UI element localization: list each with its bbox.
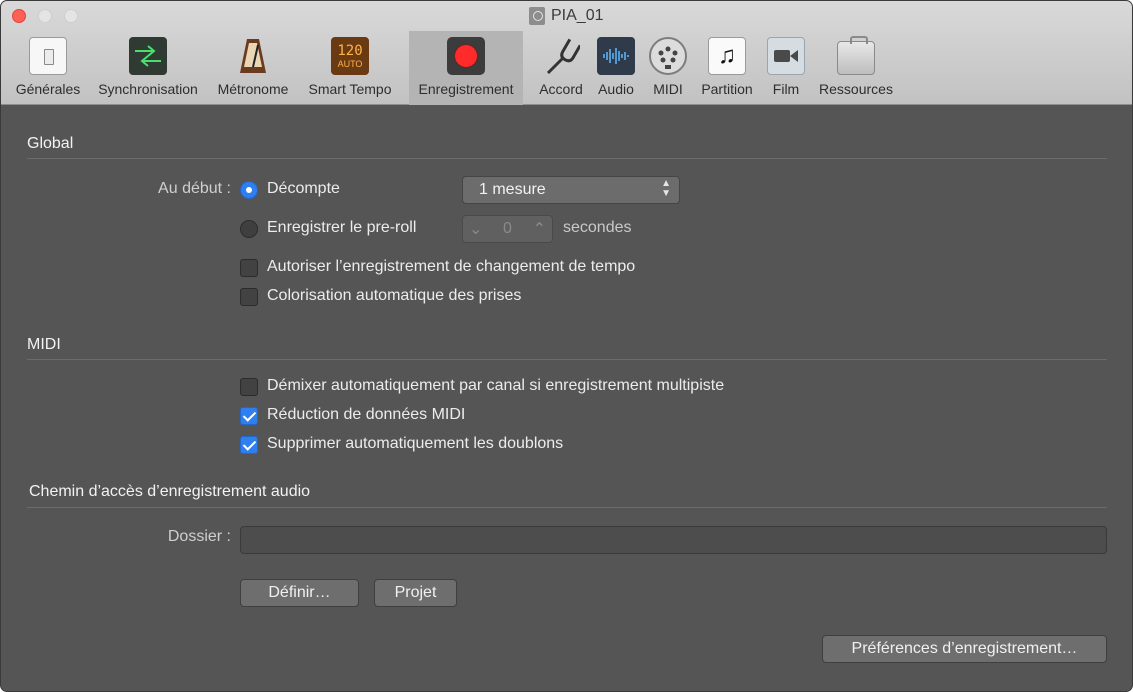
count-in-radio[interactable] <box>240 181 258 199</box>
tab-label: Audio <box>598 81 634 97</box>
tab-ressources[interactable]: Ressources <box>813 31 899 105</box>
recording-preferences-button[interactable]: Préférences d’enregistrement… <box>822 635 1107 663</box>
tab-metronome[interactable]: Métronome <box>211 31 295 105</box>
remove-duplicates-checkbox[interactable] <box>240 436 258 454</box>
chevron-up-icon[interactable]: ⌃ <box>533 219 546 239</box>
tab-label: Synchronisation <box>98 81 198 97</box>
section-title-global: Global <box>27 135 74 152</box>
demix-label: Démixer automatiquement par canal si enr… <box>267 377 725 394</box>
midi-connector-icon <box>649 37 687 75</box>
folder-label: Dossier : <box>167 528 231 545</box>
section-divider <box>27 158 1107 159</box>
section-title-path: Chemin d’accès d’enregistrement audio <box>29 483 311 500</box>
preroll-stepper[interactable]: ⌄ 0 ⌃ <box>462 215 553 243</box>
tab-smart-tempo[interactable]: 120 AUTO Smart Tempo <box>301 31 399 105</box>
minimize-button[interactable] <box>38 9 52 23</box>
tuning-fork-icon <box>546 38 580 75</box>
tab-midi[interactable]: MIDI <box>645 31 691 105</box>
count-in-label: Décompte <box>267 180 340 197</box>
allow-tempo-label: Autoriser l’enregistrement de changement… <box>267 258 636 275</box>
record-icon <box>447 37 485 75</box>
smart-tempo-icon: 120 AUTO <box>331 37 369 75</box>
midi-reduction-label: Réduction de données MIDI <box>267 406 466 423</box>
project-button[interactable]: Projet <box>374 579 457 607</box>
preferences-window: PIA_01 Générales Synchronisation Métrono… <box>0 0 1133 692</box>
video-camera-icon <box>767 37 805 75</box>
preroll-label: Enregistrer le pre-roll <box>267 219 417 236</box>
window-title: PIA_01 <box>529 7 603 25</box>
folder-field[interactable] <box>240 526 1107 554</box>
tab-label: Film <box>772 81 800 97</box>
music-note-icon: ♫ <box>708 37 746 75</box>
chevron-down-icon[interactable]: ⌄ <box>469 219 482 239</box>
midi-reduction-checkbox[interactable] <box>240 407 258 425</box>
tab-label: Accord <box>539 81 583 97</box>
document-icon <box>529 7 545 25</box>
waveform-icon <box>597 37 635 75</box>
window-title-text: PIA_01 <box>551 7 604 24</box>
close-button[interactable] <box>12 9 26 23</box>
auto-color-checkbox[interactable] <box>240 288 258 306</box>
tab-enregistrement[interactable]: Enregistrement <box>409 31 523 105</box>
title-bar: PIA_01 Générales Synchronisation Métrono… <box>1 1 1132 105</box>
section-title-midi: MIDI <box>27 336 61 353</box>
tab-synchronisation[interactable]: Synchronisation <box>91 31 205 105</box>
sync-arrows-icon <box>129 37 167 75</box>
chevron-updown-icon: ▲ ▼ <box>661 178 671 199</box>
tab-generales[interactable]: Générales <box>9 31 87 105</box>
define-button[interactable]: Définir… <box>240 579 359 607</box>
count-in-value: 1 mesure <box>479 181 546 198</box>
section-divider <box>27 359 1107 360</box>
switch-icon <box>29 37 67 75</box>
remove-duplicates-label: Supprimer automatiquement les doublons <box>267 435 564 452</box>
preroll-unit: secondes <box>563 219 632 236</box>
tab-label: Partition <box>701 81 753 97</box>
tab-label: Smart Tempo <box>308 81 392 97</box>
section-divider <box>27 507 1107 508</box>
zoom-button[interactable] <box>64 9 78 23</box>
preroll-value: 0 <box>503 220 512 237</box>
tab-label: Métronome <box>217 81 289 97</box>
tab-film[interactable]: Film <box>765 31 807 105</box>
tab-label: Enregistrement <box>418 81 514 97</box>
preroll-radio[interactable] <box>240 220 258 238</box>
auto-color-label: Colorisation automatique des prises <box>267 287 522 304</box>
tab-audio[interactable]: Audio <box>593 31 639 105</box>
demix-checkbox[interactable] <box>240 378 258 396</box>
start-label: Au début : <box>158 180 231 197</box>
tab-partition[interactable]: ♫ Partition <box>695 31 759 105</box>
tab-label: Ressources <box>819 81 893 97</box>
tab-accord[interactable]: Accord <box>533 31 589 105</box>
metronome-icon <box>240 39 266 73</box>
tab-label: Générales <box>15 81 81 97</box>
allow-tempo-checkbox[interactable] <box>240 259 258 277</box>
briefcase-icon <box>837 36 875 75</box>
count-in-popup[interactable]: 1 mesure ▲ ▼ <box>462 176 680 204</box>
tab-label: MIDI <box>653 81 683 97</box>
